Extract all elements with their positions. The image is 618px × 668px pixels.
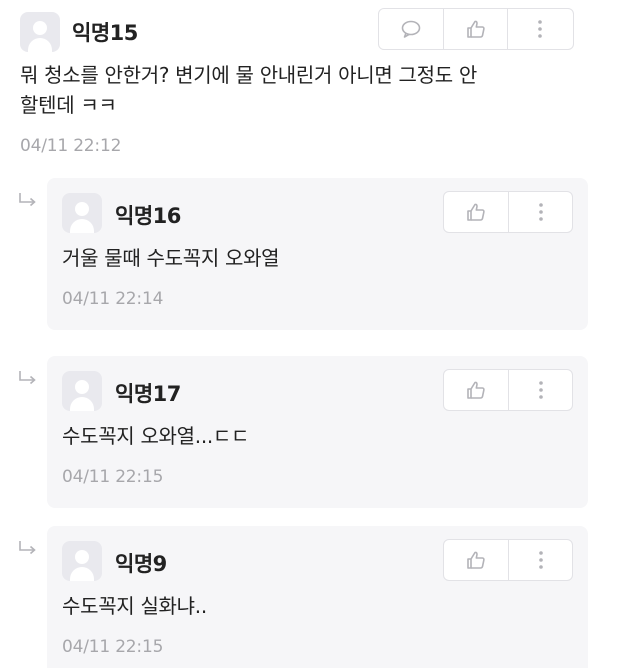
avatar-body-shape [70,567,94,581]
reply-body: 수도꼭지 실화냐.. [62,594,207,618]
more-options-button[interactable] [508,192,572,232]
avatar-body-shape [70,397,94,411]
more-options-button[interactable] [508,540,572,580]
comment-timestamp: 04/11 22:12 [20,136,122,156]
avatar[interactable] [62,541,102,581]
like-button[interactable] [444,540,508,580]
reply-item: 익명9 수도꼭지 실화냐.. 04/11 22:15 [47,526,588,668]
more-options-button[interactable] [508,370,572,410]
reply-author: 익명9 [115,552,167,576]
comment-body-line-1: 뭐 청소를 안한거? 변기에 물 안내린거 아니면 그정도 안 [20,63,477,87]
reply-actions [443,191,573,233]
comment-actions [378,8,574,50]
avatar-head-shape [75,550,89,564]
thumbs-up-icon [467,203,485,221]
thumbs-up-icon [467,381,485,399]
speech-bubble-icon [401,20,421,38]
more-vertical-icon [537,20,542,38]
reply-item: 익명17 수도꼭지 오와열...ㄷㄷ 04/11 22:15 [47,356,588,508]
reply-timestamp: 04/11 22:15 [62,467,164,487]
reply-timestamp: 04/11 22:14 [62,289,164,309]
reply-actions [443,369,573,411]
avatar[interactable] [62,193,102,233]
reply-author: 익명17 [115,382,181,406]
reply-author: 익명16 [115,204,181,228]
reply-arrow-icon [19,371,36,385]
reply-body: 수도꼭지 오와열...ㄷㄷ [62,424,250,448]
more-options-button[interactable] [507,9,571,49]
thumbs-up-icon [466,20,485,38]
reply-arrow-icon [19,541,36,555]
avatar-body-shape [70,219,94,233]
avatar[interactable] [62,371,102,411]
avatar-head-shape [75,202,89,216]
reply-arrow-icon [19,193,36,207]
comment-body-line-2: 할텐데 ㅋㅋ [20,93,117,117]
more-vertical-icon [538,381,543,399]
reply-button[interactable] [379,9,443,49]
more-vertical-icon [538,551,543,569]
thumbs-up-icon [467,551,485,569]
reply-body: 거울 물때 수도꼭지 오와열 [62,246,280,270]
avatar-head-shape [75,380,89,394]
like-button[interactable] [444,192,508,232]
reply-actions [443,539,573,581]
avatar-body-shape [28,38,52,52]
avatar[interactable] [20,12,60,52]
reply-item: 익명16 거울 물때 수도꼭지 오와열 04/11 22:14 [47,178,588,330]
like-button[interactable] [444,370,508,410]
like-button[interactable] [443,9,507,49]
reply-timestamp: 04/11 22:15 [62,637,164,657]
avatar-head-shape [33,21,47,35]
comment-author: 익명15 [72,21,138,45]
more-vertical-icon [538,203,543,221]
